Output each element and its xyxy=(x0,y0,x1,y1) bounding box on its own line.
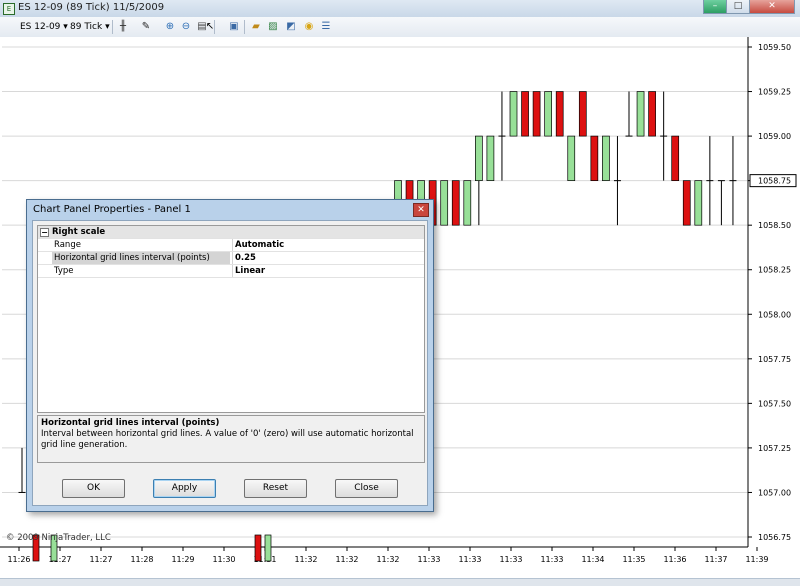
y-tick-label: 1059.25 xyxy=(758,88,791,97)
window-title: ES 12-09 (89 Tick) 11/5/2009 xyxy=(18,2,165,13)
property-value[interactable]: Automatic xyxy=(232,239,425,251)
last-price-label: 1058.75 xyxy=(758,177,791,186)
zoom-out-icon[interactable]: ⊖ xyxy=(180,21,192,33)
ok-button[interactable]: OK xyxy=(62,479,125,498)
candle-body xyxy=(521,91,529,137)
candle-body xyxy=(532,91,541,137)
reset-button[interactable]: Reset xyxy=(244,479,307,498)
clock-icon[interactable]: ◉ xyxy=(303,21,315,33)
candle-body xyxy=(486,135,495,181)
candle-body xyxy=(590,135,599,181)
candle-body xyxy=(602,135,610,181)
toolbar-separator xyxy=(244,20,245,34)
candle-body xyxy=(475,135,483,181)
list-icon[interactable]: ☰ xyxy=(320,21,332,33)
folder-icon[interactable]: ▰ xyxy=(250,21,262,33)
property-row-range[interactable]: Range Automatic xyxy=(38,239,424,252)
y-tick-label: 1057.50 xyxy=(758,399,791,408)
y-tick-label: 1056.75 xyxy=(758,533,791,542)
description-title: Horizontal grid lines interval (points) xyxy=(41,418,220,428)
y-tick-label: 1058.25 xyxy=(758,266,791,275)
close-button[interactable]: Close xyxy=(335,479,398,498)
copyright-text: © 2009 NinjaTrader, LLC xyxy=(6,533,111,543)
window-title-bar: E ES 12-09 (89 Tick) 11/5/2009 – □ ✕ xyxy=(0,0,800,18)
y-tick-label: 1057.75 xyxy=(758,355,791,364)
candle-body xyxy=(567,135,576,181)
candle-body xyxy=(463,180,472,226)
candle-body xyxy=(648,91,656,137)
x-tick-label: 11:29 xyxy=(171,555,194,564)
property-name: Range xyxy=(54,240,81,250)
zoom-in-icon[interactable]: ⊕ xyxy=(164,21,176,33)
x-tick-label: 11:33 xyxy=(540,555,563,564)
candle-body xyxy=(509,91,518,137)
x-tick-label: 11:32 xyxy=(294,555,317,564)
x-tick-label: 11:39 xyxy=(745,555,768,564)
candle-body xyxy=(682,180,691,226)
collapse-icon[interactable]: − xyxy=(40,228,49,237)
x-tick-label: 11:33 xyxy=(499,555,522,564)
draw-icon[interactable]: ✎ xyxy=(140,21,152,33)
y-tick-label: 1058.00 xyxy=(758,310,791,319)
maximize-button[interactable]: □ xyxy=(726,0,750,14)
x-tick-label: 11:35 xyxy=(622,555,645,564)
candle-body xyxy=(451,180,460,226)
candle-body xyxy=(578,91,587,137)
x-tick-label: 11:34 xyxy=(581,555,604,564)
toolbar-separator xyxy=(112,20,113,34)
x-tick-label: 11:37 xyxy=(704,555,727,564)
x-tick-label: 11:27 xyxy=(89,555,112,564)
minimize-button[interactable]: – xyxy=(703,0,727,14)
data-box-icon[interactable]: ▣ xyxy=(228,21,240,33)
candle-body xyxy=(671,135,680,181)
property-row-type[interactable]: Type Linear xyxy=(38,265,424,278)
dialog-title: Chart Panel Properties - Panel 1 xyxy=(33,204,191,215)
y-tick-label: 1058.50 xyxy=(758,221,791,230)
description-text: Interval between horizontal grid lines. … xyxy=(41,429,414,450)
x-tick-label: 11:33 xyxy=(417,555,440,564)
dialog-body: − Right scale Range Automatic Horizontal… xyxy=(32,220,428,506)
candle-body xyxy=(544,91,553,137)
image-icon[interactable]: ▨ xyxy=(267,21,279,33)
property-row-grid-interval[interactable]: Horizontal grid lines interval (points) … xyxy=(38,252,424,265)
instrument-selector[interactable]: ES 12-09 ▾ xyxy=(20,20,68,34)
x-tick-label: 11:33 xyxy=(458,555,481,564)
x-tick-label: 11:30 xyxy=(212,555,235,564)
y-tick-label: 1059.50 xyxy=(758,43,791,52)
y-tick-label: 1059.00 xyxy=(758,132,791,141)
cursor-icon[interactable]: ↖ xyxy=(204,21,216,33)
x-tick-label: 11:28 xyxy=(130,555,153,564)
y-tick-label: 1057.25 xyxy=(758,444,791,453)
property-grid: − Right scale Range Automatic Horizontal… xyxy=(37,225,425,413)
property-value[interactable]: Linear xyxy=(232,265,425,277)
close-window-button[interactable]: ✕ xyxy=(749,0,795,14)
candle-body xyxy=(440,180,449,226)
property-description-panel: Horizontal grid lines interval (points) … xyxy=(37,415,425,463)
apply-button[interactable]: Apply xyxy=(153,479,216,498)
chart-toolbar: ES 12-09 ▾ 89 Tick ▾ ╫ ✎ ⊕ ⊖ ▤ ↖ ▣ ▰ ▨ ◩… xyxy=(0,17,800,38)
candle-body xyxy=(264,534,272,562)
y-tick-label: 1057.00 xyxy=(758,488,791,497)
category-label: Right scale xyxy=(52,227,106,237)
category-row-right-scale[interactable]: − Right scale xyxy=(38,226,424,239)
interval-selector[interactable]: 89 Tick ▾ xyxy=(70,20,110,34)
chart-icon[interactable]: ◩ xyxy=(285,21,297,33)
candle-body xyxy=(254,534,262,562)
x-tick-label: 11:32 xyxy=(376,555,399,564)
candle-body xyxy=(694,180,703,226)
candle-body xyxy=(636,91,645,137)
x-tick-label: 11:26 xyxy=(7,555,30,564)
app-icon: E xyxy=(3,3,15,15)
dialog-close-button[interactable]: ✕ xyxy=(413,203,429,217)
candle-body xyxy=(555,91,564,137)
bar-style-icon[interactable]: ╫ xyxy=(117,21,129,33)
property-value-input[interactable]: 0.25 xyxy=(232,252,425,264)
x-tick-label: 11:36 xyxy=(663,555,686,564)
property-name: Type xyxy=(54,266,74,276)
property-name: Horizontal grid lines interval (points) xyxy=(52,252,230,264)
x-tick-label: 11:32 xyxy=(335,555,358,564)
chart-panel-properties-dialog: Chart Panel Properties - Panel 1 ✕ − Rig… xyxy=(26,199,434,512)
